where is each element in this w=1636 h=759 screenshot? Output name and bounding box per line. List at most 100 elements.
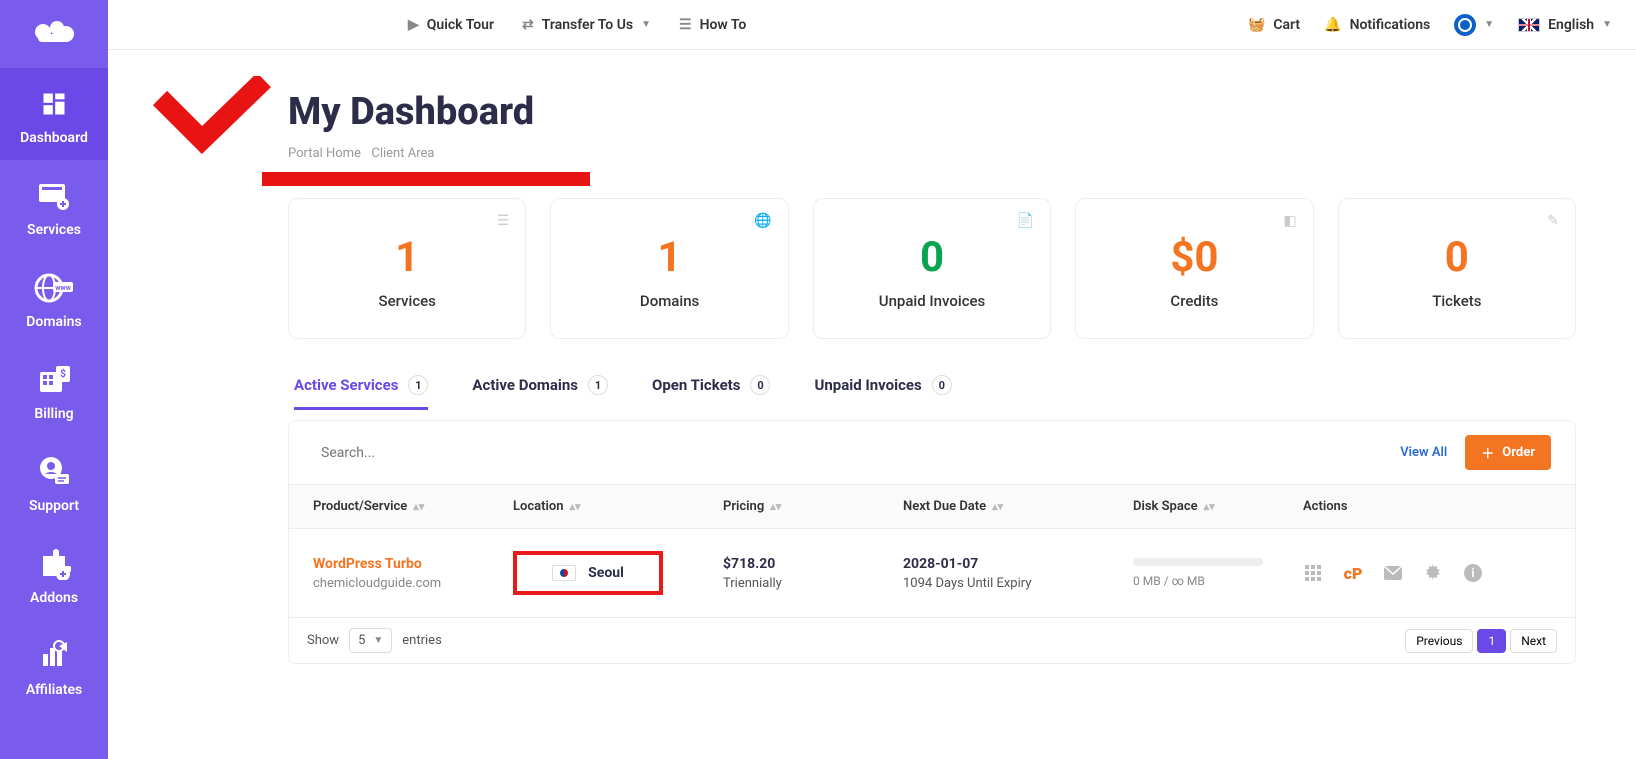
sort-icon: ▴▾	[1204, 504, 1215, 509]
sidebar-item-label: Addons	[30, 590, 78, 606]
user-menu[interactable]: ▼	[1454, 14, 1494, 36]
stat-card-tickets[interactable]: ✎ 0 Tickets	[1338, 198, 1576, 339]
disk-text: 0 MB / ∞ MB	[1133, 574, 1303, 588]
tab-count: 0	[750, 375, 770, 395]
location-text: Seoul	[588, 565, 624, 581]
next-button[interactable]: Next	[1510, 629, 1557, 653]
prev-button[interactable]: Previous	[1405, 629, 1473, 653]
sort-icon: ▴▾	[413, 504, 424, 509]
page-1-button[interactable]: 1	[1477, 629, 1506, 653]
location-cell-annotated: Seoul	[513, 551, 663, 595]
sidebar-item-services[interactable]: Services	[0, 160, 108, 252]
stat-value: 0	[834, 233, 1030, 282]
stat-value: 1	[571, 233, 767, 282]
chevron-down-icon: ▼	[1484, 19, 1494, 30]
gear-icon[interactable]	[1423, 563, 1443, 583]
table-row: WordPress Turbo chemicloudguide.com Seou…	[289, 528, 1575, 617]
col-location[interactable]: Location▴▾	[513, 499, 723, 514]
order-button[interactable]: ＋ Order	[1465, 435, 1551, 470]
stat-card-services[interactable]: ☰ 1 Services	[288, 198, 526, 339]
addons-icon	[37, 544, 71, 584]
sort-icon: ▴▾	[570, 504, 581, 509]
how-to-link[interactable]: ☰ How To	[679, 17, 746, 33]
stat-card-domains[interactable]: 🌐 1 Domains	[550, 198, 788, 339]
server-icon: ☰	[497, 213, 510, 229]
howto-icon: ☰	[679, 17, 692, 33]
tab-count: 0	[932, 375, 952, 395]
domains-icon: www	[33, 268, 75, 308]
chevron-down-icon: ▼	[373, 635, 383, 646]
sidebar-item-affiliates[interactable]: Affiliates	[0, 620, 108, 712]
col-due[interactable]: Next Due Date▴▾	[903, 499, 1133, 514]
cpanel-icon[interactable]: cP	[1343, 563, 1363, 583]
actions-cell: cP i	[1303, 563, 1551, 583]
location-cell-wrap: Seoul	[513, 551, 723, 595]
stat-label: Tickets	[1359, 292, 1555, 310]
product-name: WordPress Turbo	[313, 556, 513, 572]
tab-label: Unpaid Invoices	[814, 376, 921, 394]
sidebar-item-support[interactable]: Support	[0, 436, 108, 528]
mail-icon[interactable]	[1383, 563, 1403, 583]
tab-label: Active Domains	[472, 376, 578, 394]
notifications-link[interactable]: 🔔 Notifications	[1324, 17, 1430, 33]
sidebar-item-label: Support	[29, 498, 79, 514]
show-label: Show	[307, 633, 339, 648]
sidebar-item-label: Services	[27, 222, 81, 238]
transfer-label: Transfer To Us	[542, 17, 633, 33]
services-panel: View All ＋ Order Product/Service▴▾ Locat…	[288, 420, 1576, 664]
stat-card-credits[interactable]: ◧ $0 Credits	[1075, 198, 1313, 339]
tab-active-domains[interactable]: Active Domains 1	[472, 375, 608, 410]
language-menu[interactable]: English ▼	[1518, 17, 1612, 33]
quick-tour-label: Quick Tour	[427, 17, 494, 33]
chevron-down-icon: ▼	[1602, 19, 1612, 30]
bell-icon: 🔔	[1324, 17, 1341, 33]
stat-label: Domains	[571, 292, 767, 310]
svg-text:www: www	[55, 284, 71, 292]
apps-icon[interactable]	[1303, 563, 1323, 583]
info-icon[interactable]: i	[1463, 563, 1483, 583]
product-domain: chemicloudguide.com	[313, 576, 513, 591]
due-cell: 2028-01-07 1094 Days Until Expiry	[903, 556, 1133, 591]
globe-icon: 🌐	[754, 213, 771, 229]
tab-unpaid-invoices[interactable]: Unpaid Invoices 0	[814, 375, 951, 410]
brand-logo[interactable]	[32, 18, 76, 56]
per-page-select[interactable]: 5 ▼	[349, 628, 392, 653]
view-all-link[interactable]: View All	[1400, 445, 1447, 460]
disk-cell: 0 MB / ∞ MB	[1133, 558, 1303, 588]
uk-flag-icon	[1518, 18, 1540, 32]
sidebar-item-billing[interactable]: $ Billing	[0, 344, 108, 436]
tab-open-tickets[interactable]: Open Tickets 0	[652, 375, 770, 410]
tab-count: 1	[408, 375, 428, 395]
transfer-menu[interactable]: ⇄ Transfer To Us ▼	[522, 17, 651, 33]
sidebar-item-label: Domains	[26, 314, 81, 330]
col-product[interactable]: Product/Service▴▾	[313, 499, 513, 514]
sort-icon: ▴▾	[770, 504, 781, 509]
power-icon	[1454, 14, 1476, 36]
stat-label: Credits	[1096, 292, 1292, 310]
pencil-icon: ✎	[1547, 213, 1559, 229]
sidebar-item-dashboard[interactable]: Dashboard	[0, 68, 108, 160]
svg-text:i: i	[1471, 566, 1474, 580]
stat-value: 1	[309, 233, 505, 282]
period: Triennially	[723, 576, 903, 591]
stat-card-invoices[interactable]: 📄 0 Unpaid Invoices	[813, 198, 1051, 339]
chevron-down-icon: ▼	[641, 19, 651, 30]
price: $718.20	[723, 556, 903, 572]
product-cell[interactable]: WordPress Turbo chemicloudguide.com	[313, 556, 513, 591]
annotation-underline	[262, 172, 590, 186]
stats-row: ☰ 1 Services 🌐 1 Domains 📄 0 Unpaid Invo…	[288, 198, 1576, 339]
stat-label: Unpaid Invoices	[834, 292, 1030, 310]
breadcrumb-home[interactable]: Portal Home	[288, 146, 361, 161]
col-pricing[interactable]: Pricing▴▾	[723, 499, 903, 514]
tab-active-services[interactable]: Active Services 1	[294, 375, 428, 410]
sidebar-item-addons[interactable]: Addons	[0, 528, 108, 620]
sidebar-item-domains[interactable]: www Domains	[0, 252, 108, 344]
quick-tour-link[interactable]: ▶ Quick Tour	[408, 17, 494, 33]
col-disk[interactable]: Disk Space▴▾	[1133, 499, 1303, 514]
services-icon	[36, 176, 72, 216]
cart-link[interactable]: 🧺 Cart	[1248, 17, 1300, 33]
how-to-label: How To	[700, 17, 747, 33]
tab-count: 1	[588, 375, 608, 395]
svg-text:$: $	[60, 367, 66, 380]
search-input[interactable]	[313, 439, 1400, 467]
